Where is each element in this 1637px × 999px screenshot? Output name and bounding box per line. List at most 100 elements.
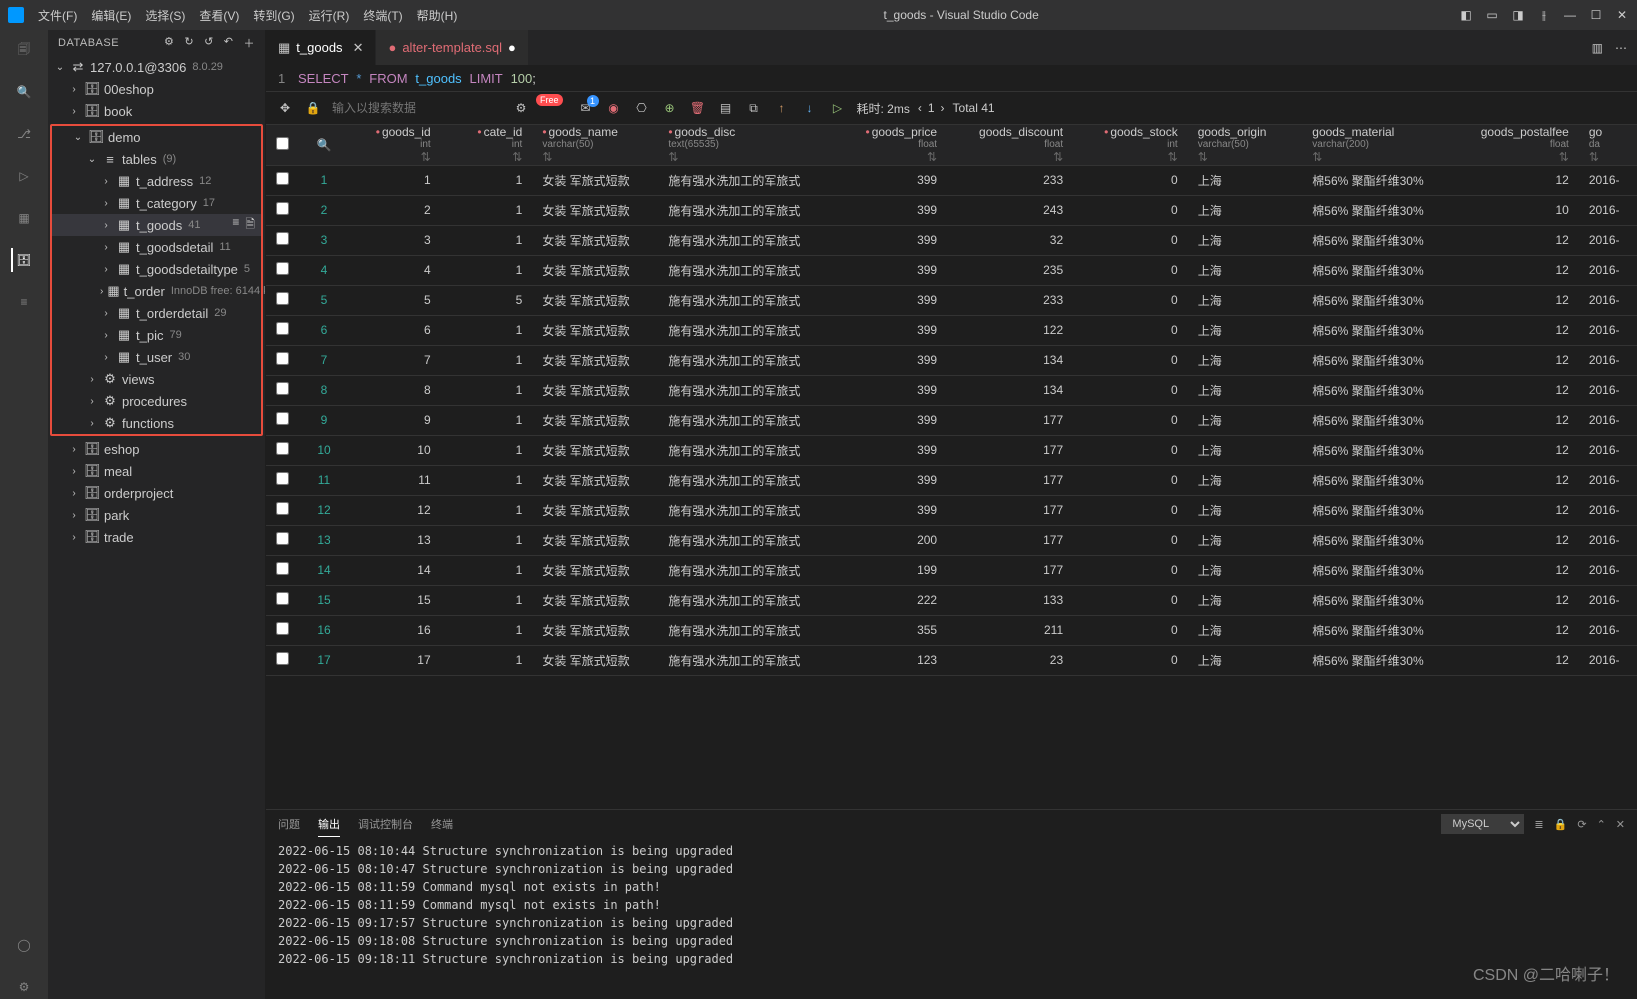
cell[interactable]: 女装 军旅式短款 (532, 615, 658, 645)
lock-icon[interactable]: 🔒 (1554, 818, 1568, 831)
table-row[interactable]: 771女装 军旅式短款施有强水洗加工的军旅式3991340上海棉56% 聚酯纤维… (266, 345, 1637, 375)
cell[interactable]: 9 (349, 405, 441, 435)
cell[interactable]: 2016- (1579, 405, 1637, 435)
database-node-demo[interactable]: ⌄🗄demo (52, 126, 261, 148)
cell[interactable]: 177 (947, 465, 1073, 495)
row-checkbox[interactable] (276, 262, 289, 275)
search-icon[interactable]: 🔍 (12, 80, 36, 104)
column-header[interactable]: goods_postalfeefloat ⇅ (1453, 125, 1579, 165)
cell[interactable]: 棉56% 聚酯纤维30% (1302, 615, 1453, 645)
cell[interactable]: 12 (1453, 285, 1579, 315)
table-row[interactable]: 15151女装 军旅式短款施有强水洗加工的军旅式2221330上海棉56% 聚酯… (266, 585, 1637, 615)
table-node[interactable]: ›▦t_user30 (52, 346, 261, 368)
cell[interactable]: 棉56% 聚酯纤维30% (1302, 435, 1453, 465)
cell[interactable]: 棉56% 聚酯纤维30% (1302, 645, 1453, 675)
row-checkbox[interactable] (276, 562, 289, 575)
panel-tab[interactable]: 终端 (431, 812, 453, 836)
row-checkbox[interactable] (276, 472, 289, 485)
cell[interactable]: 上海 (1188, 525, 1303, 555)
cell[interactable]: 12 (1453, 525, 1579, 555)
sql-editor[interactable]: 1 SELECT * FROM t_goods LIMIT 100; (266, 65, 1637, 91)
table-node[interactable]: ›▦t_orderInnoDB free: 6144 kB... (52, 280, 261, 302)
close-button[interactable]: ✕ (1615, 8, 1629, 22)
cell[interactable]: 1 (441, 585, 533, 615)
cell[interactable]: 棉56% 聚酯纤维30% (1302, 495, 1453, 525)
cell[interactable]: 0 (1073, 465, 1188, 495)
column-header[interactable]: •goods_stockint ⇅ (1073, 125, 1188, 165)
database-node[interactable]: ›🗄book (48, 100, 265, 122)
column-header[interactable]: goods_originvarchar(50) ⇅ (1188, 125, 1303, 165)
gear-icon[interactable]: ⚙ (164, 35, 174, 51)
cell[interactable]: 2016- (1579, 375, 1637, 405)
run-icon[interactable]: ▷ (829, 99, 847, 117)
tables-folder[interactable]: ⌄≡tables(9) (52, 148, 261, 170)
cell[interactable]: 12 (1453, 255, 1579, 285)
cell[interactable]: 12 (1453, 165, 1579, 195)
cell[interactable]: 女装 军旅式短款 (532, 345, 658, 375)
table-row[interactable]: 10101女装 军旅式短款施有强水洗加工的军旅式3991770上海棉56% 聚酯… (266, 435, 1637, 465)
column-header[interactable]: •goods_idint ⇅ (349, 125, 441, 165)
search-column-icon[interactable]: 🔍 (299, 125, 349, 165)
cell[interactable]: 399 (833, 165, 948, 195)
cell[interactable]: 棉56% 聚酯纤维30% (1302, 405, 1453, 435)
cell[interactable]: 2016- (1579, 285, 1637, 315)
table-node[interactable]: ›▦t_goods41≡🗎 (52, 214, 261, 236)
database-node[interactable]: ›🗄eshop (48, 438, 265, 460)
cell[interactable]: 女装 军旅式短款 (532, 465, 658, 495)
cell[interactable]: 施有强水洗加工的军旅式 (658, 315, 832, 345)
cell[interactable]: 女装 军旅式短款 (532, 405, 658, 435)
sort-icon[interactable]: ⇅ (1312, 150, 1322, 164)
row-checkbox[interactable] (276, 292, 289, 305)
cell[interactable]: 14 (349, 555, 441, 585)
search-input[interactable] (332, 101, 482, 115)
cell[interactable]: 4 (349, 255, 441, 285)
cell[interactable]: 1 (441, 255, 533, 285)
cell[interactable]: 12 (1453, 315, 1579, 345)
cell[interactable]: 12 (1453, 435, 1579, 465)
row-checkbox[interactable] (276, 322, 289, 335)
cell[interactable]: 上海 (1188, 435, 1303, 465)
cell[interactable]: 女装 军旅式短款 (532, 195, 658, 225)
output-channel-select[interactable]: MySQL (1441, 814, 1524, 834)
cell[interactable]: 女装 军旅式短款 (532, 585, 658, 615)
row-checkbox[interactable] (276, 202, 289, 215)
editor-tab[interactable]: ●alter-template.sql● (376, 30, 528, 65)
close-icon[interactable]: ✕ (353, 40, 364, 56)
database-node[interactable]: ›🗄meal (48, 460, 265, 482)
cell[interactable]: 399 (833, 285, 948, 315)
cell[interactable]: 399 (833, 375, 948, 405)
undo-icon[interactable]: ↶ (224, 35, 234, 51)
cell[interactable]: 12 (1453, 645, 1579, 675)
cell[interactable]: 235 (947, 255, 1073, 285)
menu-item[interactable]: 查看(V) (193, 3, 245, 28)
cell[interactable]: 1 (441, 375, 533, 405)
cell[interactable]: 0 (1073, 555, 1188, 585)
add-row-icon[interactable]: ⊕ (661, 99, 679, 117)
cell[interactable]: 177 (947, 435, 1073, 465)
cell[interactable]: 2016- (1579, 525, 1637, 555)
mail-icon[interactable]: ✉1 (577, 99, 595, 117)
cell[interactable]: 0 (1073, 645, 1188, 675)
folder-node[interactable]: ›⚙procedures (52, 390, 261, 412)
cell[interactable]: 32 (947, 225, 1073, 255)
cell[interactable]: 0 (1073, 435, 1188, 465)
cell[interactable]: 399 (833, 345, 948, 375)
cell[interactable]: 12 (1453, 465, 1579, 495)
table-row[interactable]: 13131女装 军旅式短款施有强水洗加工的军旅式2001770上海棉56% 聚酯… (266, 525, 1637, 555)
cell[interactable]: 7 (349, 345, 441, 375)
cell[interactable]: 施有强水洗加工的军旅式 (658, 435, 832, 465)
cell[interactable]: 女装 军旅式短款 (532, 555, 658, 585)
cell[interactable]: 1 (441, 525, 533, 555)
cell[interactable]: 1 (441, 345, 533, 375)
cell[interactable]: 上海 (1188, 495, 1303, 525)
cell[interactable]: 2016- (1579, 465, 1637, 495)
cell[interactable]: 施有强水洗加工的军旅式 (658, 465, 832, 495)
cell[interactable]: 399 (833, 465, 948, 495)
cell[interactable]: 女装 军旅式短款 (532, 255, 658, 285)
chevron-up-icon[interactable]: ⌃ (1597, 818, 1606, 831)
sort-icon[interactable]: ⇅ (1168, 150, 1178, 164)
database-node[interactable]: ›🗄orderproject (48, 482, 265, 504)
table-row[interactable]: 441女装 军旅式短款施有强水洗加工的军旅式3992350上海棉56% 聚酯纤维… (266, 255, 1637, 285)
sort-icon[interactable]: ⇅ (542, 150, 552, 164)
cell[interactable]: 棉56% 聚酯纤维30% (1302, 345, 1453, 375)
